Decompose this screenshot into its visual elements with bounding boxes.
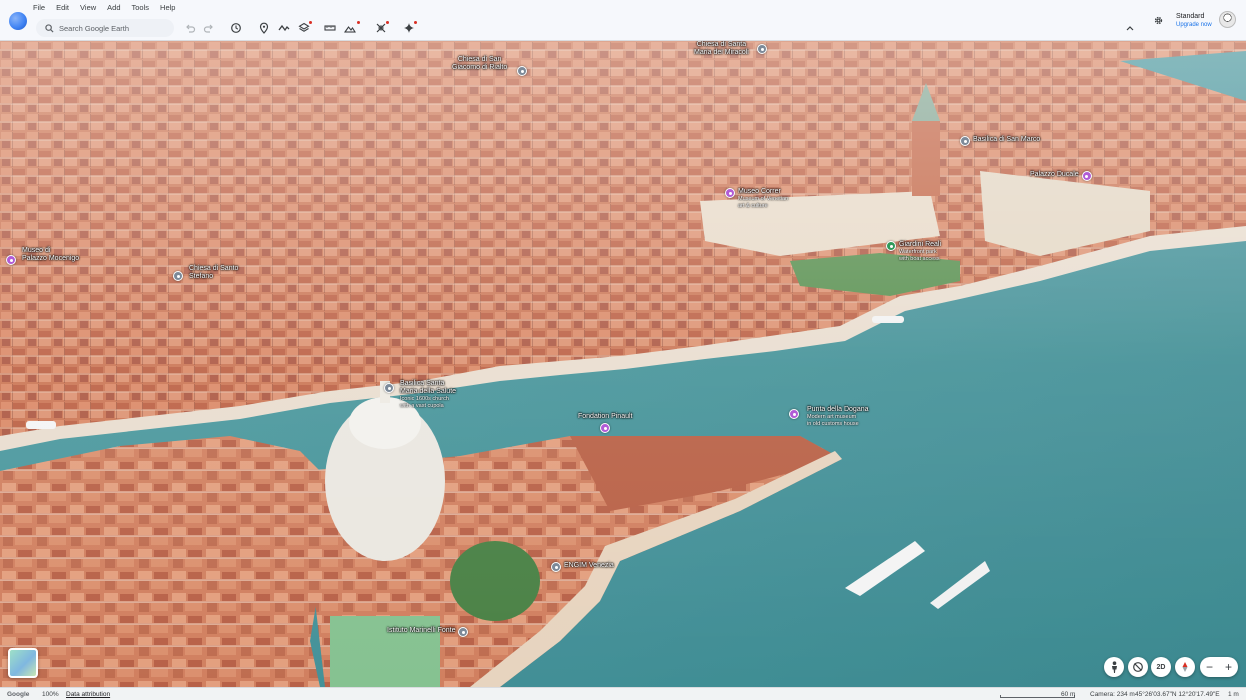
church-pin-icon [384,383,394,393]
data-attribution-link[interactable]: Data attribution [66,690,110,699]
place-chiesa-santo-stefano[interactable]: Chiesa di Santo Stefano [173,265,238,281]
place-chiesa-san-giacomo[interactable]: Chiesa di San Giacomo di Rialto [452,56,507,74]
menu-bar: File Edit View Add Tools Help [33,3,182,15]
search-box[interactable] [36,19,174,37]
zoom-control: − + [1200,657,1238,677]
museum-pin-icon [600,423,611,433]
place-chiesa-santa-maria-miracoli[interactable]: Chiesa di Santa Maria dei Miracoli [694,41,749,59]
upgrade-link[interactable]: Upgrade now [1176,21,1212,29]
compass-icon[interactable] [1175,657,1195,677]
gemini-sparkle-icon[interactable] [401,20,417,36]
path-icon[interactable] [276,20,292,36]
menu-help[interactable]: Help [156,3,182,15]
redo-icon[interactable] [201,20,217,36]
ruler-icon[interactable] [322,20,338,36]
place-basilica-salute[interactable]: Basilica Santa Maria della Salute Iconic 1… [384,380,456,409]
church-pin-icon [960,136,970,146]
search-icon [42,21,56,35]
map-style-dropdown-dot [357,21,360,24]
school-pin-icon [551,562,561,572]
layers-icon[interactable] [296,20,312,36]
church-pin-icon[interactable] [757,44,767,54]
collapse-toolbar-chevron-up-icon[interactable] [1124,22,1136,34]
camera-altitude: Camera: 234 m [1090,691,1135,698]
search-input[interactable] [59,23,169,33]
place-basilica-san-marco[interactable]: Basilica di San Marco [960,136,1040,146]
undo-icon[interactable] [182,20,198,36]
projects-icon[interactable] [373,20,389,36]
status-zoom-level: 100% [42,691,59,698]
placemark-icon[interactable] [256,20,272,36]
menu-add[interactable]: Add [103,3,127,15]
plan-name: Standard [1176,13,1205,20]
place-giardini-reali[interactable]: Giardini Reali Waterfront park with boat a… [886,241,941,262]
google-wordmark: Google [7,691,30,698]
place-istituto-marinelli-fonte[interactable]: Istituto Marinelli Fonte [387,627,469,637]
zoom-in-button[interactable]: + [1219,657,1238,677]
church-pin-icon[interactable] [517,66,527,76]
place-engim-venezia[interactable]: ENGIM Venezia [551,562,614,572]
street-view-pegman-icon[interactable] [1104,657,1124,677]
avatar[interactable] [1219,11,1236,28]
status-bar: Google 100% Data attribution 60 m Camera… [0,687,1246,700]
museum-pin-icon [1081,171,1092,181]
menu-view[interactable]: View [76,3,103,15]
aerial-3d-imagery [0,41,1246,687]
account-plan: Standard Upgrade now [1176,12,1212,29]
zoom-out-button[interactable]: − [1200,657,1219,677]
hide-3d-buildings-icon[interactable] [1128,657,1148,677]
history-icon[interactable] [228,20,244,36]
place-museo-correr[interactable]: Museo Correr Museum of Venetian art & cult… [725,188,788,209]
menu-tools[interactable]: Tools [128,3,157,15]
museum-pin-icon [725,188,735,198]
layers-notification-dot [309,21,312,24]
place-palazzo-ducale[interactable]: Palazzo Ducale [1030,171,1092,181]
gemini-notification-dot [414,21,417,24]
ground-elevation: 1 m [1228,691,1239,698]
menu-file[interactable]: File [33,3,52,15]
place-punta-della-dogana[interactable]: Punta della Dogana Modern art museum in ol… [789,406,869,427]
top-bar: File Edit View Add Tools Help Search Goo… [0,0,1246,41]
church-pin-icon [173,271,183,281]
park-pin-icon [886,241,896,251]
google-earth-logo-icon[interactable] [9,12,27,30]
museum-pin-icon [789,409,799,419]
school-pin-icon [458,627,469,637]
scale-label: 60 m [1061,691,1076,698]
place-museo-palazzo-mocenigo[interactable]: Museo di Palazzo Mocenigo [6,247,79,265]
museum-pin-icon [6,255,16,265]
minimap-thumbnail[interactable] [8,648,38,678]
projects-notification-dot [386,21,389,24]
map-view[interactable]: Chiesa di San Giacomo di Rialto Chiesa di… [0,41,1246,687]
place-fondation-pinault[interactable]: Fondation Pinault [578,413,632,433]
cursor-coordinates: 45°26'03.67"N 12°20'17.49"E [1135,691,1220,698]
settings-gear-icon[interactable] [1150,12,1166,28]
toggle-2d-button[interactable]: 2D [1151,657,1171,677]
menu-edit[interactable]: Edit [52,3,76,15]
map-style-icon[interactable] [342,20,360,36]
